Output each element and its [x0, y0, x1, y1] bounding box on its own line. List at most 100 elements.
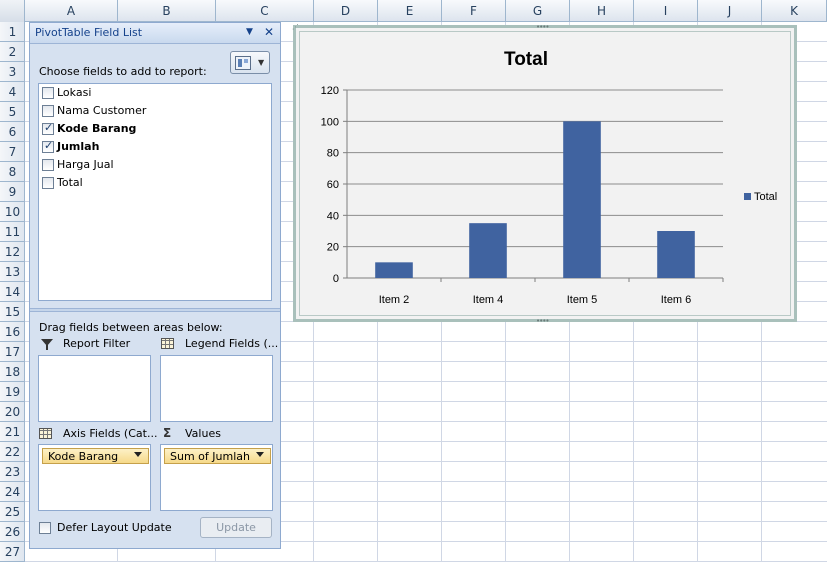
defer-layout-label: Defer Layout Update	[57, 521, 172, 534]
dropdown-arrow-icon[interactable]: ▼	[246, 27, 253, 37]
field-checkbox[interactable]: ✓	[42, 139, 54, 153]
column-header-h[interactable]: H	[570, 0, 634, 22]
column-header-d[interactable]: D	[314, 0, 378, 22]
resize-handle[interactable]: ⋰	[292, 23, 299, 31]
row-header-6[interactable]: 6	[0, 122, 25, 142]
axis-fields-area[interactable]: Kode Barang	[38, 444, 151, 511]
row-header-5[interactable]: 5	[0, 102, 25, 122]
values-field-chip[interactable]: Sum of Jumlah	[164, 448, 271, 464]
chart-title: Total	[504, 49, 548, 70]
x-tick-label: Item 2	[379, 294, 410, 306]
y-tick-label: 0	[333, 273, 339, 285]
field-label: Total	[57, 176, 83, 189]
row-header-16[interactable]: 16	[0, 322, 25, 342]
legend-swatch	[744, 193, 751, 200]
bar	[657, 231, 695, 278]
select-all-corner[interactable]	[0, 0, 25, 22]
row-header-21[interactable]: 21	[0, 422, 25, 442]
close-icon[interactable]: ✕	[264, 25, 274, 39]
chart-area: Total 0 20 40 60 80 100 120 Item 2 Item 4 Item 5 It…	[299, 31, 791, 316]
row-header-11[interactable]: 11	[0, 222, 25, 242]
column-header-b[interactable]: B	[118, 0, 216, 22]
row-header-20[interactable]: 20	[0, 402, 25, 422]
field-checkbox[interactable]	[42, 87, 54, 99]
resize-handle[interactable]: ••••	[536, 317, 549, 325]
field-checkbox[interactable]	[42, 159, 54, 171]
table-grid-icon	[161, 338, 174, 349]
chart-svg: Total 0 20 40 60 80 100 120 Item 2 Item 4 Item 5 It…	[321, 49, 778, 306]
y-tick-label: 100	[321, 116, 339, 128]
row-header-10[interactable]: 10	[0, 202, 25, 222]
row-header-9[interactable]: 9	[0, 182, 25, 202]
column-header-f[interactable]: F	[442, 0, 506, 22]
field-checkbox[interactable]: ✓	[42, 121, 54, 135]
row-header-24[interactable]: 24	[0, 482, 25, 502]
row-header-22[interactable]: 22	[0, 442, 25, 462]
bar	[563, 121, 601, 278]
chevron-down-icon[interactable]	[256, 452, 264, 457]
resize-handle[interactable]: ••••	[536, 23, 549, 31]
row-header-8[interactable]: 8	[0, 162, 25, 182]
row-header-25[interactable]: 25	[0, 502, 25, 522]
drag-fields-label: Drag fields between areas below:	[39, 321, 223, 334]
row-header-15[interactable]: 15	[0, 302, 25, 322]
checkmark-icon: ✓	[44, 121, 54, 134]
report-filter-label: Report Filter	[63, 337, 131, 350]
row-header-4[interactable]: 4	[0, 82, 25, 102]
row-header-7[interactable]: 7	[0, 142, 25, 162]
defer-layout-checkbox[interactable]	[39, 522, 51, 534]
field-label: Nama Customer	[57, 104, 147, 117]
field-checkbox[interactable]	[42, 177, 54, 189]
row-header-18[interactable]: 18	[0, 362, 25, 382]
x-tick-label: Item 6	[661, 294, 692, 306]
x-tick-label: Item 5	[567, 294, 598, 306]
x-tick-label: Item 4	[473, 294, 504, 306]
field-checkbox[interactable]	[42, 105, 54, 117]
chip-label: Sum of Jumlah	[170, 450, 250, 463]
row-header-19[interactable]: 19	[0, 382, 25, 402]
column-header-e[interactable]: E	[378, 0, 442, 22]
bar	[375, 262, 413, 278]
bar	[469, 223, 507, 278]
legend-fields-area[interactable]	[160, 355, 273, 422]
row-header-12[interactable]: 12	[0, 242, 25, 262]
axis-field-chip[interactable]: Kode Barang	[42, 448, 149, 464]
y-tick-label: 60	[327, 179, 339, 191]
column-header-i[interactable]: I	[634, 0, 698, 22]
row-header-26[interactable]: 26	[0, 522, 25, 542]
row-header-23[interactable]: 23	[0, 462, 25, 482]
legend-fields-label: Legend Fields (...	[185, 337, 279, 350]
y-tick-label: 40	[327, 210, 339, 222]
field-label: Kode Barang	[57, 122, 137, 135]
row-header-14[interactable]: 14	[0, 282, 25, 302]
y-tick-label: 20	[327, 242, 339, 254]
column-header-a[interactable]: A	[25, 0, 118, 22]
chart-object[interactable]: ⋰ •••• •••• Total 0 20 40 60 80 100 120 Item 2 It…	[292, 23, 797, 325]
chevron-down-icon[interactable]	[134, 452, 142, 457]
column-header-j[interactable]: J	[698, 0, 762, 22]
row-header-13[interactable]: 13	[0, 262, 25, 282]
row-header-17[interactable]: 17	[0, 342, 25, 362]
column-header-k[interactable]: K	[762, 0, 827, 22]
axis-fields-label: Axis Fields (Cat...	[63, 427, 158, 440]
field-list-layout-button[interactable]: ▼	[230, 51, 270, 74]
column-header-c[interactable]: C	[216, 0, 314, 22]
update-button[interactable]: Update	[200, 517, 272, 538]
field-label: Harga Jual	[57, 158, 114, 171]
row-header-27[interactable]: 27	[0, 542, 25, 562]
table-grid-icon	[39, 428, 52, 439]
report-filter-area[interactable]	[38, 355, 151, 422]
values-area[interactable]: Sum of Jumlah	[160, 444, 273, 511]
pane-splitter[interactable]	[30, 308, 280, 312]
row-header-1[interactable]: 1	[0, 22, 25, 42]
row-header-2[interactable]: 2	[0, 42, 25, 62]
column-header-g[interactable]: G	[506, 0, 570, 22]
field-list: Lokasi Nama Customer ✓ Kode Barang ✓ Jum…	[38, 83, 272, 301]
pane-title-bar: PivotTable Field List ▼ ✕	[30, 23, 280, 44]
field-label: Jumlah	[57, 140, 100, 153]
pane-title: PivotTable Field List	[35, 26, 143, 39]
pivot-field-list-pane: PivotTable Field List ▼ ✕ Choose fields …	[29, 22, 281, 549]
chevron-down-icon: ▼	[258, 58, 265, 67]
row-header-3[interactable]: 3	[0, 62, 25, 82]
choose-fields-label: Choose fields to add to report:	[39, 65, 207, 78]
